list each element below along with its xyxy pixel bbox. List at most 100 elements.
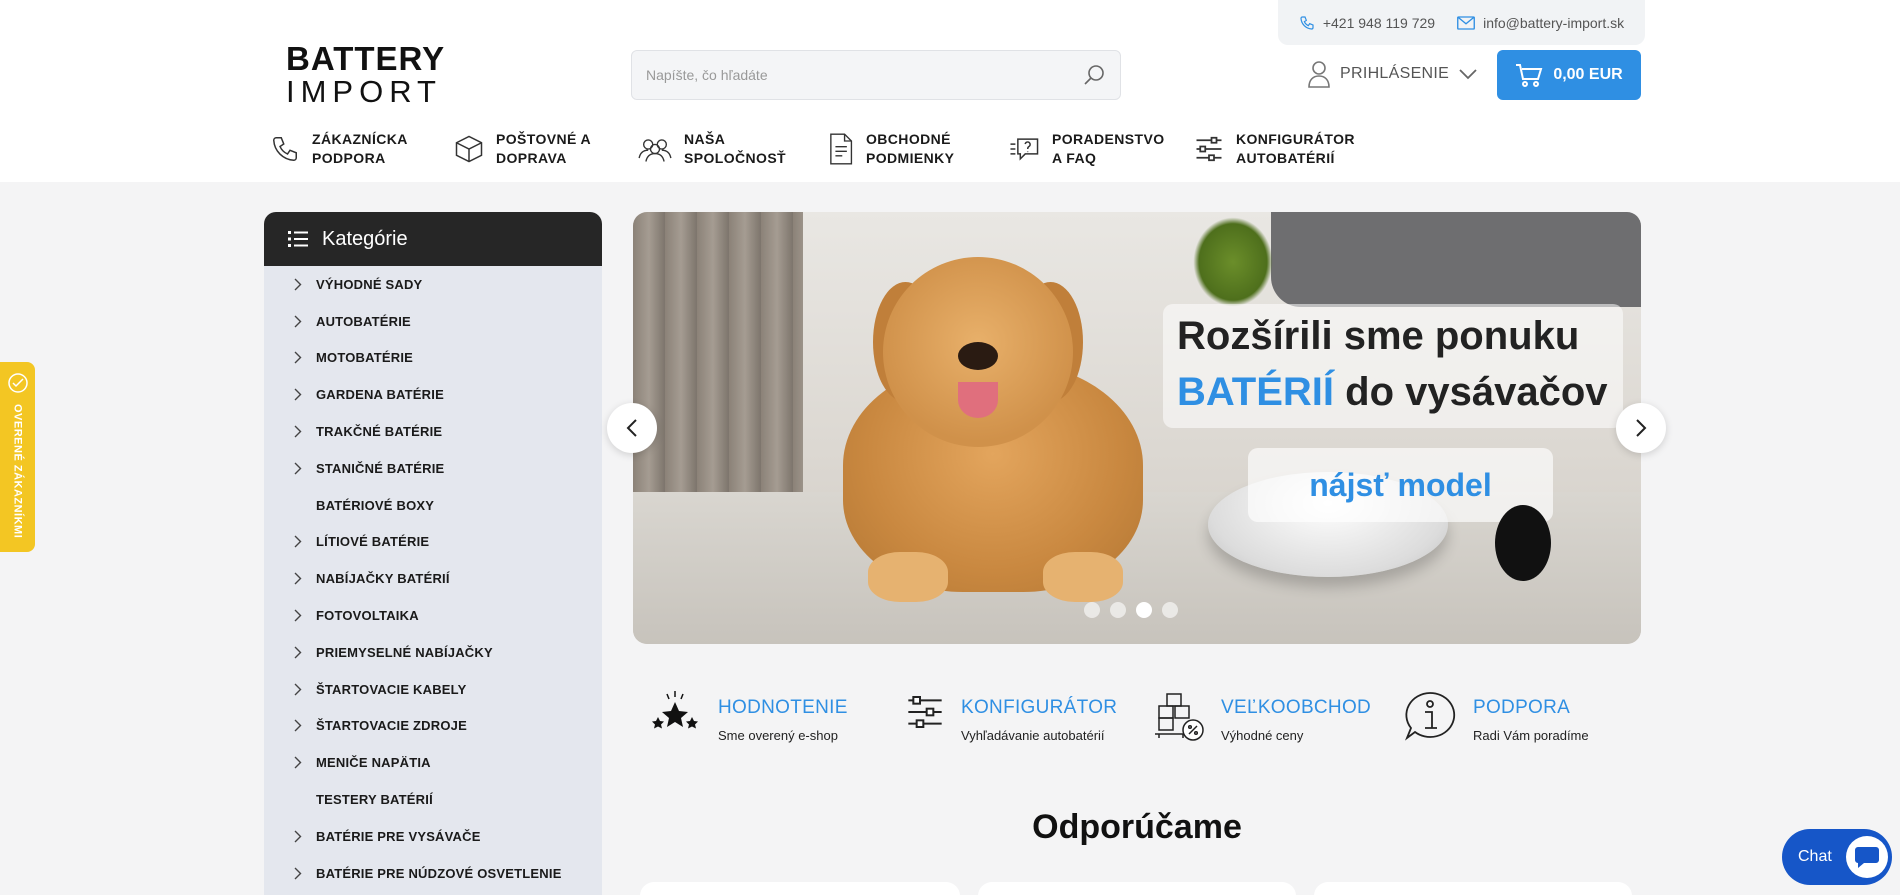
banner-line2: BATÉRIÍ do vysávačov [1177, 364, 1609, 420]
chevron-left-icon [626, 419, 637, 437]
dog-paw-right [1043, 552, 1123, 602]
nav-item-support[interactable]: ZÁKAZNÍCKA PODPORA [270, 130, 430, 168]
product-card[interactable] [978, 882, 1296, 895]
slider-next-button[interactable] [1616, 403, 1666, 453]
main-nav: ZÁKAZNÍCKA PODPORA POŠTOVNÉ A DOPRAVA NA… [270, 130, 1378, 168]
feature-wholesale[interactable]: VEĽKOOBCHOD Výhodné ceny [1153, 690, 1371, 743]
nav-item-company[interactable]: NAŠA SPOLOČNOSŤ [638, 130, 802, 168]
mouse-icon [1495, 505, 1551, 581]
product-card[interactable] [1314, 882, 1632, 895]
info-bubble-icon [1404, 692, 1456, 741]
category-item[interactable]: AUTOBATÉRIE [264, 303, 602, 340]
nav-label: ZÁKAZNÍCKA PODPORA [312, 131, 408, 166]
category-list: VÝHODNÉ SADY AUTOBATÉRIE MOTOBATÉRIE GARDEN… [264, 266, 602, 895]
category-label: BATÉRIE PRE VYSÁVAČE [316, 828, 481, 844]
sliders-icon [1196, 136, 1222, 162]
site-logo[interactable]: BATTERY IMPORT [286, 42, 446, 108]
chevron-right-icon [294, 425, 316, 438]
category-label: FOTOVOLTAIKA [316, 608, 419, 624]
category-item[interactable]: MENIČE NAPÄTIA [264, 744, 602, 781]
chat-bubble-icon [1845, 836, 1888, 878]
chevron-right-icon [294, 867, 316, 880]
product-card[interactable] [640, 882, 960, 895]
verified-badge[interactable]: OVERENÉ ZÁKAZNÍKMI [0, 362, 35, 552]
slider-dot[interactable] [1110, 602, 1126, 618]
email-link[interactable]: info@battery-import.sk [1457, 15, 1624, 31]
banner-highlight: BATÉRIÍ [1177, 370, 1335, 414]
category-item[interactable]: BATÉRIE PRE NÚDZOVÉ OSVETLENIE [264, 855, 602, 892]
feature-title: HODNOTENIE [718, 697, 848, 718]
feature-text: KONFIGURÁTOR Vyhľadávanie autobatérií [961, 690, 1117, 743]
feature-title: KONFIGURÁTOR [961, 697, 1118, 718]
cart-button[interactable]: 0,00 EUR [1497, 50, 1641, 100]
chevron-right-icon [294, 572, 316, 585]
cart-total: 0,00 EUR [1553, 66, 1623, 83]
category-label: BATÉRIOVÉ BOXY [316, 497, 435, 513]
nav-item-faq[interactable]: PORADENSTVO A FAQ [1008, 130, 1170, 168]
category-item[interactable]: TESTERY BATÉRIÍ [264, 781, 602, 818]
feature-subtitle: Radi Vám poradíme [1473, 728, 1589, 743]
slider-dots [1084, 602, 1178, 618]
feature-subtitle: Vyhľadávanie autobatérií [961, 728, 1105, 743]
category-item[interactable]: TRAKČNÉ BATÉRIE [264, 413, 602, 450]
document-icon [830, 133, 853, 165]
category-label: VÝHODNÉ SADY [316, 276, 423, 292]
chevron-right-icon [294, 719, 316, 732]
feature-subtitle: Výhodné ceny [1221, 728, 1304, 743]
category-item[interactable]: STANIČNÉ BATÉRIE [264, 450, 602, 487]
feature-title: VEĽKOOBCHOD [1221, 697, 1372, 718]
category-item[interactable]: NABÍJAČKY BATÉRIÍ [264, 560, 602, 597]
category-label: TRAKČNÉ BATÉRIE [316, 424, 443, 440]
slider-dot[interactable] [1084, 602, 1100, 618]
nav-item-shipping[interactable]: POŠTOVNÉ A DOPRAVA [454, 130, 614, 168]
box-icon [455, 135, 483, 163]
nav-label: KONFIGURÁTOR AUTOBATÉRIÍ [1236, 131, 1355, 166]
category-item[interactable]: VÝHODNÉ SADY [264, 266, 602, 303]
category-item[interactable]: FOTOVOLTAIKA [264, 597, 602, 634]
contact-bar: +421 948 119 729 info@battery-import.sk [1278, 0, 1645, 45]
feature-text: HODNOTENIE Sme overený e-shop [718, 690, 848, 743]
verified-seal-icon [7, 373, 28, 393]
category-item[interactable]: ŠTARTOVACIE ZDROJE [264, 708, 602, 745]
nav-item-terms[interactable]: OBCHODNÉ PODMIENKY [826, 130, 984, 168]
chevron-right-icon [294, 462, 316, 475]
feature-configurator[interactable]: KONFIGURÁTOR Vyhľadávanie autobatérií [905, 690, 1117, 743]
chevron-right-icon [294, 315, 316, 328]
chat-button[interactable]: Chat [1782, 829, 1892, 885]
stars-icon [652, 691, 698, 729]
logo-line1: BATTERY [286, 40, 446, 77]
chevron-right-icon [294, 830, 316, 843]
category-item[interactable]: LÍTIOVÉ BATÉRIE [264, 524, 602, 561]
slider-dot[interactable] [1136, 602, 1152, 618]
categories-header: Kategórie [264, 212, 602, 266]
category-item[interactable]: GARDENA BATÉRIE [264, 376, 602, 413]
category-item[interactable]: PRIEMYSELNÉ NABÍJAČKY [264, 634, 602, 671]
feature-support[interactable]: PODPORA Radi Vám poradíme [1403, 690, 1589, 744]
category-item[interactable]: ŠTARTOVACIE KABELY [264, 671, 602, 708]
nav-label: NAŠA SPOLOČNOSŤ [684, 131, 787, 166]
mail-icon [1457, 15, 1476, 30]
category-label: NABÍJAČKY BATÉRIÍ [316, 571, 450, 587]
phone-link[interactable]: +421 948 119 729 [1299, 15, 1435, 31]
search-input[interactable] [646, 67, 1082, 83]
chevron-right-icon [294, 756, 316, 769]
chat-label: Chat [1798, 848, 1832, 865]
search-icon[interactable] [1082, 63, 1106, 87]
chat-question-icon [1010, 138, 1039, 161]
hero-banner[interactable]: Rozšírili sme ponuku BATÉRIÍ do vysávačo… [633, 212, 1641, 644]
login-label: PRIHLÁSENIE [1340, 65, 1450, 82]
feature-rating[interactable]: HODNOTENIE Sme overený e-shop [648, 690, 848, 743]
category-item[interactable]: BATÉRIE PRE VYSÁVAČE [264, 818, 602, 855]
login-button[interactable]: PRIHLÁSENIE [1308, 60, 1477, 88]
category-item[interactable]: BATÉRIOVÉ BOXY [264, 487, 602, 524]
slider-prev-button[interactable] [607, 403, 657, 453]
logo-line2: IMPORT [286, 74, 442, 109]
nav-item-configurator[interactable]: KONFIGURÁTOR AUTOBATÉRIÍ [1194, 130, 1354, 168]
user-icon [1308, 61, 1330, 88]
nav-label: POŠTOVNÉ A DOPRAVA [496, 131, 591, 166]
category-item[interactable]: MOTOBATÉRIE [264, 340, 602, 377]
slider-dot[interactable] [1162, 602, 1178, 618]
phone-icon [272, 137, 297, 162]
nav-label: PORADENSTVO A FAQ [1052, 131, 1165, 166]
category-label: AUTOBATÉRIE [316, 313, 411, 329]
